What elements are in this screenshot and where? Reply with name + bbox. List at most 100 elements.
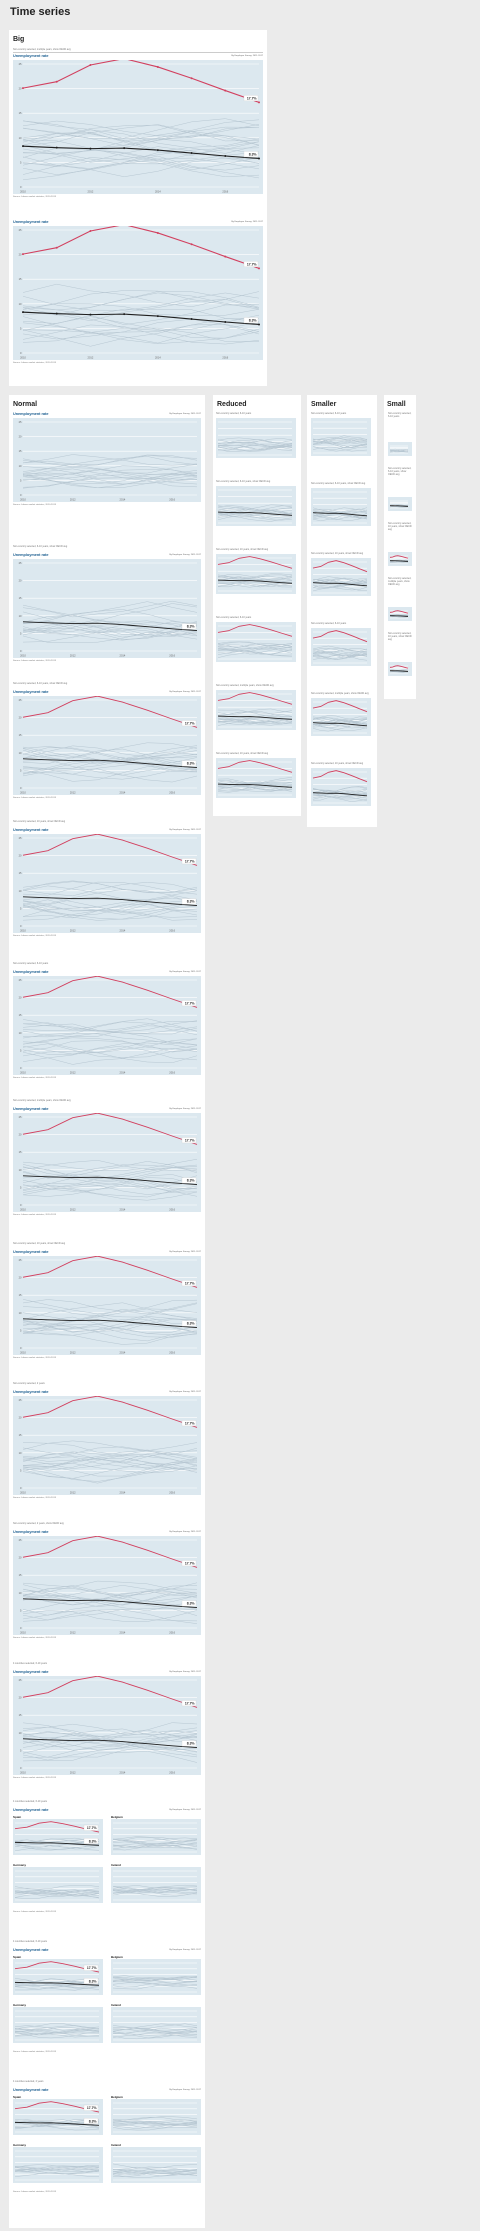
- y-tick-label: 0: [20, 649, 22, 653]
- y-tick-label: 0: [20, 1066, 22, 1070]
- series-line-background: [112, 2116, 198, 2121]
- plot-area: [311, 418, 371, 456]
- line-chart: Unemployment rate By Employee Survey, 201…: [13, 970, 201, 1085]
- series-line-highlight: [217, 692, 293, 705]
- plot-area: [13, 2147, 103, 2183]
- chart-source: By Employee Survey, 2011-2017: [169, 1390, 201, 1393]
- y-tick-label: 25: [19, 420, 22, 424]
- series-line-background: [22, 291, 260, 311]
- y-tick-label: 0: [20, 185, 22, 189]
- data-point: [22, 87, 24, 90]
- series-line-highlight: [22, 226, 260, 269]
- x-tick-label: 2012: [70, 1071, 76, 1075]
- chart-caption: Non-country selected, 6-10 years: [311, 412, 347, 415]
- chart-source: By Employee Survey, 2011-2017: [169, 2088, 201, 2091]
- chart-svg: 17.7% 8.3%: [14, 2101, 100, 2133]
- series-line-background: [22, 620, 198, 632]
- plot-area: [388, 552, 412, 566]
- plot-area: [388, 442, 412, 456]
- data-point: [89, 229, 92, 232]
- chart-svg: 0 5 10 15 20 25 2010 2012 2014 2016 17.7% 8.3%: [19, 226, 260, 360]
- plot-area: [111, 2099, 201, 2135]
- plot-area: [311, 698, 371, 736]
- x-tick-label: 2012: [88, 190, 94, 194]
- chart-svg: 0 5 10 15 20 25 2010 2012 2014 2016 8.3%: [19, 561, 198, 658]
- y-tick-label: 10: [19, 1731, 22, 1735]
- chart-svg: 17.7% 8.3%: [14, 1821, 100, 1853]
- chart-source: By Employee Survey, 2011-2017: [169, 1808, 201, 1811]
- x-tick-label: 2016: [222, 356, 228, 360]
- chart-footnote: Source: Labour market statistics, 2010-2…: [13, 1497, 56, 1499]
- chart-svg: [312, 630, 368, 664]
- x-tick-label: 2014: [120, 654, 126, 658]
- series-line-average: [217, 715, 293, 720]
- chart-svg: [217, 624, 293, 660]
- plot-area: 0 5 10 15 20 25 2010 2012 2014 2016 17.7% 8.3%: [13, 1676, 201, 1775]
- chart-svg: [389, 555, 409, 564]
- series-line-background: [22, 1588, 198, 1600]
- chart-caption: Non-country selected, 2 years: [13, 1382, 45, 1385]
- value-label: 8.3%: [187, 1602, 195, 1606]
- data-point: [55, 146, 58, 149]
- chart-svg: [217, 421, 293, 456]
- chart-svg: [112, 1962, 198, 1993]
- chart-svg: [389, 500, 409, 509]
- x-tick-label: 2010: [20, 791, 26, 795]
- y-tick-label: 25: [19, 1678, 22, 1682]
- chart-footnote: Source: Labour market statistics, 2010-2…: [13, 935, 56, 937]
- y-tick-label: 5: [20, 326, 22, 330]
- series-line-background: [22, 120, 260, 138]
- x-tick-label: 2016: [169, 1208, 175, 1212]
- plot-area: 17.7% 8.3%: [13, 2099, 103, 2135]
- chart-caption: Non-country selected, 6-10 years: [311, 622, 347, 625]
- chart-footnote: Source: Labour market statistics, 2010-2…: [13, 797, 56, 799]
- plot-area: [111, 1959, 201, 1995]
- y-tick-label: 5: [20, 1608, 22, 1612]
- chart-svg: 0 5 10 15 20 25 2010 2012 2014 2016 17.7% 8.3%: [19, 1536, 198, 1635]
- plot-area: [111, 2147, 201, 2183]
- chart-svg: 0 5 10 15 20 25 2010 2012 2014 2016 17.7% 8.3%: [19, 1676, 198, 1775]
- plot-area: [216, 486, 296, 526]
- plot-area: [111, 1867, 201, 1903]
- x-tick-label: 2014: [120, 1071, 126, 1075]
- chart-caption: Non-country selected, 10 years, show OEC…: [311, 762, 364, 765]
- data-point: [258, 267, 260, 270]
- chart-svg: [14, 2150, 100, 2181]
- chart-svg: [217, 489, 293, 524]
- chart-source: By Employee Survey, 2011-2017: [169, 1107, 201, 1110]
- chart-source: By Employee Survey, 2011-2017: [231, 220, 263, 223]
- x-tick-label: 2010: [20, 1071, 26, 1075]
- y-tick-label: 25: [19, 1538, 22, 1542]
- y-tick-label: 10: [19, 1168, 22, 1172]
- y-tick-label: 10: [19, 1591, 22, 1595]
- x-tick-label: 2014: [155, 356, 161, 360]
- plot-area: [311, 558, 371, 596]
- plot-area: [311, 768, 371, 806]
- value-label: 17.7%: [185, 721, 195, 725]
- x-tick-label: 2012: [70, 1631, 76, 1635]
- chart-caption: Non-country selected, multiple years, sh…: [311, 692, 369, 695]
- plot-area: [388, 607, 412, 621]
- chart-footnote: Source: Labour market statistics, 2010-2…: [13, 2191, 56, 2193]
- value-label: 8.3%: [89, 2119, 97, 2123]
- plot-area: [216, 554, 296, 594]
- x-tick-label: 2010: [20, 1771, 26, 1775]
- y-tick-label: 5: [20, 160, 22, 164]
- x-tick-label: 2016: [169, 1491, 175, 1495]
- series-line-highlight: [22, 1256, 198, 1288]
- chart-caption: Non-country selected, 10 years, show OEC…: [388, 632, 412, 641]
- chart-footnote: Source: Labour market statistics, 2010-2…: [13, 1911, 56, 1913]
- y-tick-label: 25: [19, 228, 22, 232]
- x-tick-label: 2014: [120, 1491, 126, 1495]
- data-point: [22, 311, 24, 314]
- y-tick-label: 20: [19, 253, 22, 257]
- chart-svg: [389, 665, 409, 674]
- x-tick-label: 2016: [169, 1071, 175, 1075]
- y-tick-label: 10: [19, 614, 22, 618]
- y-tick-label: 15: [19, 111, 22, 115]
- data-point: [224, 321, 227, 324]
- chart-caption: Non-country selected, 6-10 years: [388, 412, 412, 418]
- x-tick-label: 2010: [20, 929, 26, 933]
- chart-source: By Employee Survey, 2011-2017: [169, 690, 201, 693]
- y-tick-label: 20: [19, 87, 22, 91]
